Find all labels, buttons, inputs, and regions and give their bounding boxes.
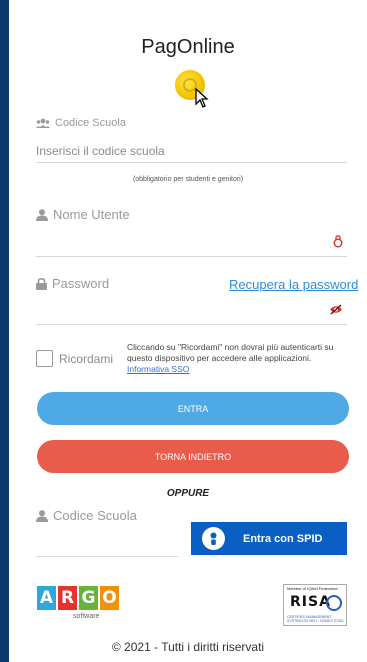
- school-code-label-text: Codice Scuola: [55, 117, 126, 129]
- sso-info-link[interactable]: Informativa SSO: [127, 364, 189, 374]
- key-icon[interactable]: [333, 235, 343, 248]
- remember-checkbox[interactable]: [36, 350, 53, 367]
- risa-bottom-text: CERTIFIED MANAGEMENT SYSTEM ISO 9001 - I…: [287, 615, 344, 623]
- window-left-border: [0, 0, 9, 662]
- username-label-text: Nome Utente: [53, 207, 130, 222]
- remember-label: Ricordami: [59, 352, 114, 366]
- user-icon: [36, 509, 48, 522]
- password-label-text: Password: [52, 276, 110, 291]
- remember-note-text: Cliccando su "Ricordami" non dovrai più …: [127, 342, 334, 363]
- argo-logo: A R G O: [37, 586, 119, 610]
- argo-subtitle: software: [73, 613, 100, 620]
- argo-letter: G: [79, 586, 98, 610]
- login-card: PagOnline Codice Scuola Inserisci il cod…: [9, 0, 367, 662]
- school-code-underline: [36, 162, 347, 163]
- lock-icon: [36, 277, 47, 290]
- users-icon: [36, 118, 50, 128]
- login-button[interactable]: ENTRA: [37, 392, 349, 425]
- password-underline: [36, 324, 347, 325]
- back-button[interactable]: TORNA INDIETRO: [37, 440, 349, 473]
- username-underline: [36, 256, 347, 257]
- user-icon: [36, 208, 48, 221]
- mouse-pointer-icon: [195, 88, 209, 108]
- risa-main-text: RISA: [290, 594, 331, 610]
- password-input[interactable]: [36, 303, 326, 319]
- spid-school-code-label: Codice Scuola: [36, 508, 137, 523]
- spid-button-label: Entra con SPID: [243, 532, 323, 545]
- username-label: Nome Utente: [36, 207, 130, 222]
- argo-letter: R: [58, 586, 77, 610]
- school-code-input[interactable]: Inserisci il codice scuola: [36, 144, 165, 158]
- school-code-note: (obbligatorio per studenti e genitori): [132, 176, 244, 183]
- spid-school-code-input[interactable]: [36, 534, 176, 550]
- risa-certification-logo: Member of IQNet Federation RISA CERTIFIE…: [283, 584, 347, 626]
- spid-school-code-label-text: Codice Scuola: [53, 508, 137, 523]
- page-title: PagOnline: [141, 36, 235, 58]
- divider-text: OPPURE: [166, 488, 210, 499]
- school-code-label: Codice Scuola: [36, 117, 126, 129]
- argo-letter: O: [100, 586, 119, 610]
- recover-password-link[interactable]: Recupera la password: [229, 277, 358, 292]
- globe-icon: [326, 595, 342, 611]
- argo-letter: A: [37, 586, 56, 610]
- spid-school-code-underline: [36, 556, 178, 557]
- eye-slash-icon[interactable]: [329, 304, 343, 315]
- footer-copyright: © 2021 - Tutti i diritti riservati: [111, 640, 265, 654]
- risa-top-text: Member of IQNet Federation: [287, 586, 338, 591]
- spid-user-icon: [202, 527, 225, 550]
- password-label: Password: [36, 276, 109, 291]
- spid-login-button[interactable]: Entra con SPID: [191, 522, 347, 555]
- username-input[interactable]: [36, 234, 326, 250]
- remember-note: Cliccando su "Ricordami" non dovrai più …: [127, 342, 357, 375]
